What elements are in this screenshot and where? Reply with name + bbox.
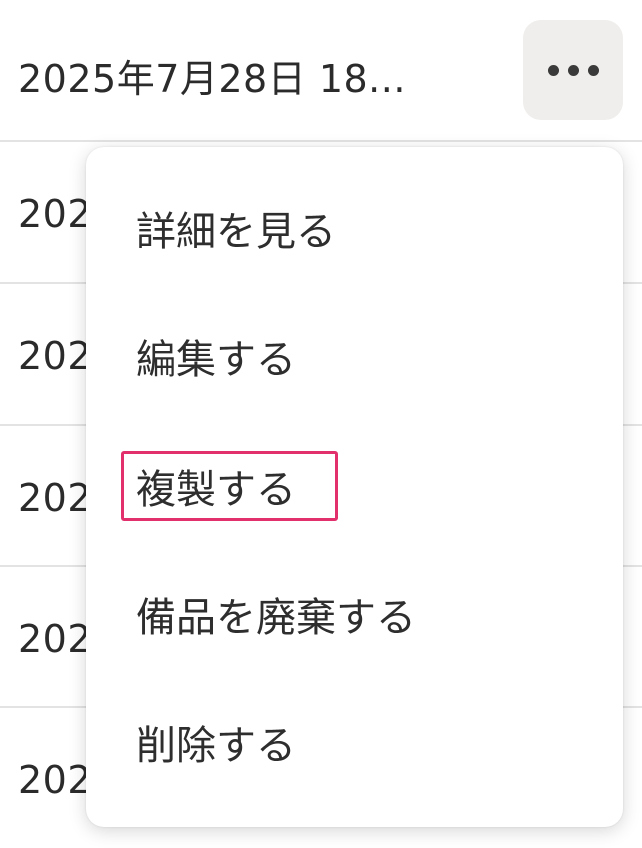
menu-item-dispose-equipment[interactable]: 備品を廃棄する bbox=[86, 550, 623, 678]
menu-item-view-details[interactable]: 詳細を見る bbox=[86, 164, 623, 292]
menu-item-duplicate[interactable]: 複製する bbox=[86, 422, 623, 550]
more-horizontal-icon-dot bbox=[567, 64, 579, 76]
context-menu: 詳細を見る 編集する 複製する 備品を廃棄する 削除する bbox=[86, 147, 623, 827]
list-item[interactable]: 2025年7月28日 18... bbox=[0, 0, 642, 142]
menu-item-label: 備品を廃棄する bbox=[136, 595, 416, 641]
menu-item-label: 削除する bbox=[136, 723, 296, 769]
menu-item-label: 編集する bbox=[136, 337, 296, 383]
more-horizontal-icon-dot bbox=[587, 64, 599, 76]
more-horizontal-icon bbox=[547, 64, 559, 76]
menu-item-label: 詳細を見る bbox=[136, 209, 336, 255]
more-options-button[interactable] bbox=[523, 20, 623, 120]
list-item-title: 2025年7月28日 18... bbox=[18, 57, 406, 101]
screen: 2025年7月28日 18... 2025 2025 2025 2025 202… bbox=[0, 0, 642, 848]
menu-item-delete[interactable]: 削除する bbox=[86, 678, 623, 806]
menu-item-label: 複製する bbox=[136, 467, 296, 513]
menu-item-edit[interactable]: 編集する bbox=[86, 292, 623, 420]
